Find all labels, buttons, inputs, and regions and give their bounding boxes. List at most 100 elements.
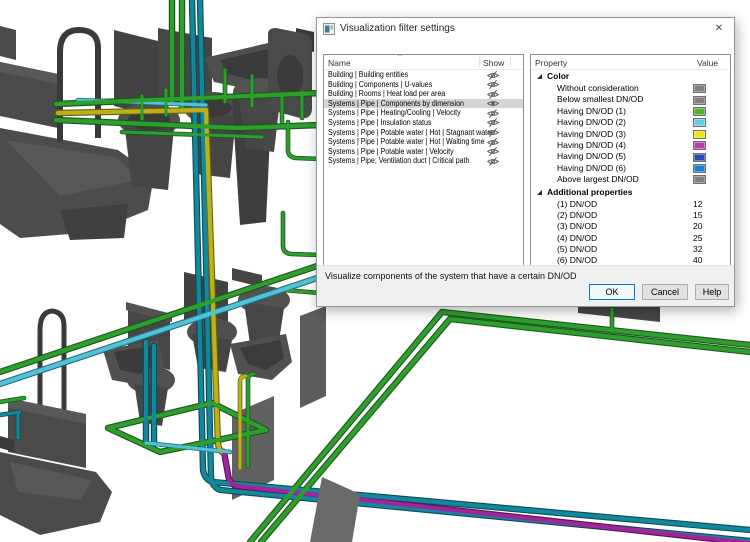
eye-slash-icon <box>486 109 500 118</box>
eye-slash-icon <box>486 147 500 156</box>
property-row[interactable]: Above largest DN/OD <box>531 174 730 185</box>
radiator-panel <box>300 306 326 408</box>
column-divider <box>479 57 480 67</box>
visibility-toggle[interactable] <box>486 147 500 156</box>
color-swatch[interactable] <box>693 175 706 184</box>
dialog-title: Visualization filter settings <box>340 23 455 34</box>
color-swatch[interactable] <box>693 118 706 127</box>
color-swatch[interactable] <box>693 96 706 105</box>
color-swatch[interactable] <box>693 153 706 162</box>
filter-name: Systems | Pipe | Heating/Cooling | Veloc… <box>328 108 461 118</box>
property-header: Property Value <box>531 55 730 70</box>
filter-row[interactable]: Systems | Pipe | Insulation status <box>324 118 523 128</box>
property-row[interactable]: Having DN/OD (3) <box>531 129 730 140</box>
filter-row[interactable]: Systems | Pipe | Potable water | Hot | S… <box>324 128 523 138</box>
filter-name: Systems | Pipe | Potable water | Hot | S… <box>328 128 493 138</box>
column-value: Value <box>697 58 718 68</box>
property-row[interactable]: Below smallest DN/OD <box>531 94 730 105</box>
filter-row[interactable]: Building | Rooms | Heat load per area <box>324 89 523 99</box>
property-label: Having DN/OD (1) <box>557 106 626 117</box>
color-swatch[interactable] <box>693 130 706 139</box>
property-row[interactable]: (2) DN/OD 15 <box>531 210 730 221</box>
visibility-toggle[interactable] <box>486 71 500 80</box>
radiator-panel-front <box>310 477 360 542</box>
column-property: Property <box>535 58 567 68</box>
property-group[interactable]: Color <box>531 70 730 83</box>
collapse-icon[interactable] <box>537 74 542 79</box>
property-row[interactable]: Having DN/OD (2) <box>531 117 730 128</box>
property-label: (2) DN/OD <box>557 210 597 221</box>
filter-description: Visualize components of the system that … <box>325 271 576 281</box>
property-row[interactable]: Having DN/OD (6) <box>531 163 730 174</box>
property-rows: Color Without consideration Below smalle… <box>531 70 730 267</box>
property-row[interactable]: Having DN/OD (1) <box>531 106 730 117</box>
color-swatch[interactable] <box>693 164 706 173</box>
filter-name: Building | Rooms | Heat load per area <box>328 89 445 99</box>
filter-name: Systems | Pipe | Potable water | Velocit… <box>328 147 454 157</box>
property-label: Below smallest DN/OD <box>557 94 643 105</box>
filter-row[interactable]: Systems | Pipe | Components by dimension <box>324 99 523 109</box>
filter-list-header[interactable]: Name ^ Show <box>324 55 523 70</box>
dialog-footer: Visualize components of the system that … <box>317 265 734 306</box>
column-show[interactable]: Show <box>483 58 504 68</box>
eye-slash-icon <box>486 157 500 166</box>
filter-row[interactable]: Systems | Pipe; Ventilation duct | Criti… <box>324 156 523 166</box>
visibility-toggle[interactable] <box>486 128 500 137</box>
property-label: Having DN/OD (5) <box>557 151 626 162</box>
property-label: (1) DN/OD <box>557 199 597 210</box>
visibility-toggle[interactable] <box>486 80 500 89</box>
eye-icon <box>486 99 500 108</box>
visibility-toggle[interactable] <box>486 138 500 147</box>
filter-row[interactable]: Systems | Pipe | Potable water | Hot | W… <box>324 137 523 147</box>
application-window: Visualization filter settings ✕ Name ^ S… <box>0 0 750 542</box>
filter-row[interactable]: Building | Building entities <box>324 70 523 80</box>
property-label: Having DN/OD (3) <box>557 129 626 140</box>
property-row[interactable]: (4) DN/OD 25 <box>531 233 730 244</box>
visibility-toggle[interactable] <box>486 118 500 127</box>
filter-row[interactable]: Systems | Pipe | Heating/Cooling | Veloc… <box>324 108 523 118</box>
dialog-titlebar[interactable]: Visualization filter settings ✕ <box>317 18 734 39</box>
property-group[interactable]: Additional properties <box>531 186 730 199</box>
filter-row[interactable]: Systems | Pipe | Potable water | Velocit… <box>324 147 523 157</box>
property-row[interactable]: (1) DN/OD 12 <box>531 199 730 210</box>
color-swatch[interactable] <box>693 141 706 150</box>
dialog-icon <box>323 23 335 35</box>
filter-name: Systems | Pipe; Ventilation duct | Criti… <box>328 156 469 166</box>
eye-slash-icon <box>486 128 500 137</box>
visibility-toggle[interactable] <box>486 90 500 99</box>
property-value: 20 <box>693 221 702 232</box>
collapse-icon[interactable] <box>537 190 542 195</box>
close-icon[interactable]: ✕ <box>704 18 734 39</box>
property-value: 15 <box>693 210 702 221</box>
eye-slash-icon <box>486 90 500 99</box>
color-swatch[interactable] <box>693 107 706 116</box>
property-group-label: Color <box>547 70 569 83</box>
filter-name: Building | Components | U-values <box>328 80 432 90</box>
visibility-toggle[interactable] <box>486 109 500 118</box>
filter-list-panel[interactable]: Name ^ Show Building | Building entities <box>323 54 524 283</box>
property-value: 25 <box>693 233 702 244</box>
washbasin-center <box>230 334 292 380</box>
column-name[interactable]: Name <box>328 58 351 68</box>
visibility-toggle[interactable] <box>486 157 500 166</box>
wall-fixture-fragment <box>0 26 16 60</box>
property-row[interactable]: Without consideration <box>531 83 730 94</box>
filter-row[interactable]: Building | Components | U-values <box>324 80 523 90</box>
property-row[interactable]: Having DN/OD (5) <box>531 151 730 162</box>
color-swatch[interactable] <box>693 84 706 93</box>
button-row: OK Cancel Help <box>589 284 729 300</box>
help-button[interactable]: Help <box>695 284 729 300</box>
property-row[interactable]: Having DN/OD (4) <box>531 140 730 151</box>
cancel-button[interactable]: Cancel <box>642 284 688 300</box>
visualization-filter-dialog: Visualization filter settings ✕ Name ^ S… <box>316 17 735 307</box>
ok-button[interactable]: OK <box>589 284 635 300</box>
property-row[interactable]: (3) DN/OD 20 <box>531 221 730 232</box>
filter-name: Building | Building entities <box>328 70 408 80</box>
sort-ascending-icon: ^ <box>398 54 402 61</box>
filter-name: Systems | Pipe | Components by dimension <box>328 99 464 109</box>
property-panel[interactable]: Property Value Color Without considerati… <box>530 54 731 283</box>
filter-name: Systems | Pipe | Insulation status <box>328 118 431 128</box>
property-row[interactable]: (5) DN/OD 32 <box>531 244 730 255</box>
visibility-toggle[interactable] <box>486 99 500 108</box>
filter-name: Systems | Pipe | Potable water | Hot | W… <box>328 137 485 147</box>
